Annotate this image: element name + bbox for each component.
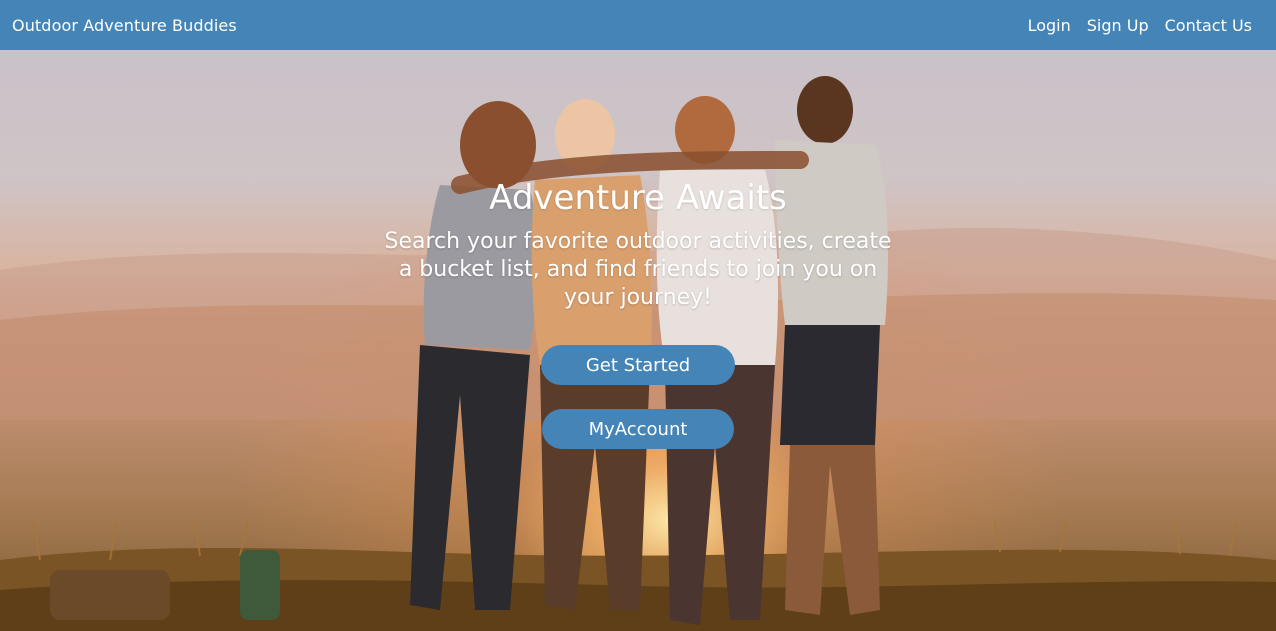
brand-logo-link[interactable]: Outdoor Adventure Buddies: [12, 16, 237, 35]
hero-section: Adventure Awaits Search your favorite ou…: [0, 50, 1276, 631]
nav-contact-link[interactable]: Contact Us: [1165, 16, 1252, 35]
nav-login-link[interactable]: Login: [1028, 16, 1071, 35]
my-account-button[interactable]: MyAccount: [542, 409, 734, 449]
navbar: Outdoor Adventure Buddies Login Sign Up …: [0, 0, 1276, 50]
hero-title: Adventure Awaits: [489, 178, 787, 218]
nav-links: Login Sign Up Contact Us: [1028, 16, 1252, 35]
hero-content: Adventure Awaits Search your favorite ou…: [0, 178, 1276, 449]
get-started-button[interactable]: Get Started: [541, 345, 735, 385]
hero-subtitle: Search your favorite outdoor activities,…: [384, 229, 892, 310]
nav-signup-link[interactable]: Sign Up: [1087, 16, 1149, 35]
